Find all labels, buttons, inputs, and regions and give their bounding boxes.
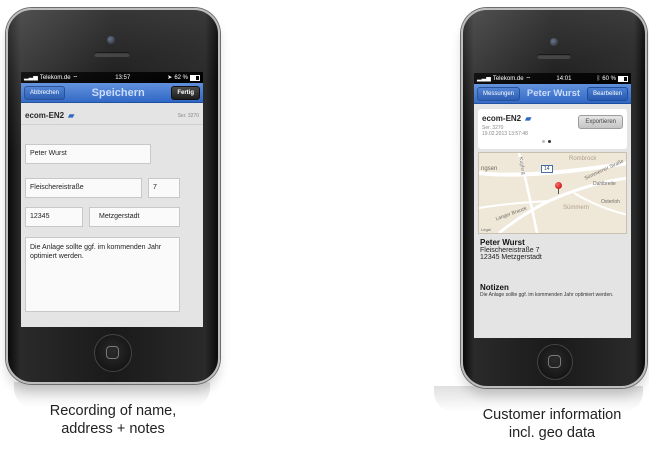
- clock: 13:57: [115, 74, 131, 81]
- device-icon: ▰: [525, 114, 532, 123]
- edit-button[interactable]: Bearbeiten: [586, 86, 628, 101]
- status-bar: ▂▃▅ Telekom.de ⌔ 13:57 ➤ 62 %: [21, 72, 203, 83]
- bluetooth-icon: ᛒ: [596, 75, 601, 82]
- home-square-icon: [548, 355, 561, 368]
- caption-left-line2: address + notes: [61, 421, 165, 438]
- signal-icon: ▂▃▅: [477, 76, 491, 82]
- battery-percent: 60 %: [602, 75, 616, 82]
- caption-right: Customer information incl. geo data: [455, 406, 649, 442]
- device-icon: ▰: [68, 111, 75, 120]
- wifi-icon: ⌔: [72, 75, 79, 82]
- customer-screen: ▂▃▅ Telekom.de ⌔ 14:01 ᛒ 60 % Messungen …: [474, 73, 631, 338]
- device-name: ecom-EN2: [25, 111, 65, 120]
- notes-text: Die Anlage sollte ggf. im kommenden Jahr…: [480, 292, 614, 298]
- caption-right-line1: Customer information: [482, 407, 622, 423]
- caption-left: Recording of name, address + notes: [0, 402, 226, 438]
- notes-title: Notizen: [480, 283, 509, 292]
- city-field[interactable]: Metzgerstadt: [89, 207, 180, 227]
- battery-icon: [617, 75, 628, 82]
- nav-bar: Messungen Peter Wurst Bearbeiten: [474, 84, 631, 104]
- home-button[interactable]: [537, 344, 573, 380]
- zip-field[interactable]: 12345: [25, 207, 83, 227]
- house-number-field[interactable]: 7: [148, 178, 180, 198]
- caption-left-line1: Recording of name,: [49, 403, 177, 419]
- done-button[interactable]: Fertig: [171, 85, 200, 100]
- notes-field[interactable]: Die Anlage sollte ggf. im kommenden Jahr…: [25, 237, 180, 312]
- phone-left: ▂▃▅ Telekom.de ⌔ 13:57 ➤ 62 % Abbrechen …: [6, 8, 220, 384]
- camera: [550, 38, 558, 46]
- map-pin-icon[interactable]: [555, 182, 562, 189]
- customer-name: Peter Wurst: [480, 238, 525, 247]
- caption-right-line2: incl. geo data: [508, 425, 596, 442]
- notes-section: Notizen Die Anlage sollte ggf. im kommen…: [480, 283, 625, 299]
- page-dot: [542, 140, 545, 143]
- battery-icon: [190, 74, 200, 81]
- page-dot-active: [548, 140, 551, 143]
- device-header: ecom-EN2 ▰ Ser. 3270: [21, 103, 203, 124]
- phone-right: ▂▃▅ Telekom.de ⌔ 14:01 ᛒ 60 % Messungen …: [461, 8, 647, 388]
- map-label: Sümmern: [563, 205, 590, 211]
- map-label: ngsen: [481, 166, 498, 172]
- street-field[interactable]: Fleischereistraße: [25, 178, 142, 198]
- location-icon: ➤: [167, 75, 173, 81]
- map-label: Osterloh: [601, 199, 620, 205]
- road-number-badge: 14: [541, 165, 553, 173]
- map-legal-link[interactable]: Legal: [481, 227, 491, 232]
- home-square-icon: [106, 346, 119, 359]
- carrier-label: Telekom.de: [492, 75, 524, 82]
- export-button[interactable]: Exportieren: [578, 115, 623, 129]
- map-view[interactable]: Rombrock ngsen Sümmerner Straße Dahlbrei…: [478, 152, 627, 234]
- serial-number: Ser. 3270: [177, 112, 199, 119]
- device-name: ecom-EN2: [482, 114, 522, 123]
- customer-street: Fleischereistraße 7: [480, 247, 540, 254]
- speaker: [94, 52, 130, 57]
- wifi-icon: ⌔: [525, 76, 532, 83]
- customer-info: Peter Wurst Fleischereistraße 7 12345 Me…: [480, 238, 542, 261]
- measurement-date: 19.02.2013 13:57:48: [482, 131, 528, 137]
- clock: 14:01: [556, 75, 572, 82]
- page-indicator: [542, 140, 551, 143]
- map-label: Dahlbreite: [593, 181, 616, 187]
- name-field[interactable]: Peter Wurst: [25, 144, 151, 164]
- nav-title: Peter Wurst: [526, 88, 581, 99]
- back-button[interactable]: Messungen: [477, 86, 521, 101]
- battery-percent: 62 %: [174, 74, 188, 81]
- carrier-label: Telekom.de: [39, 74, 71, 81]
- camera: [107, 36, 115, 44]
- signal-icon: ▂▃▅: [24, 75, 38, 81]
- divider: [21, 124, 203, 125]
- nav-title: Speichern: [91, 86, 145, 99]
- edit-screen: ▂▃▅ Telekom.de ⌔ 13:57 ➤ 62 % Abbrechen …: [21, 72, 203, 327]
- speaker: [537, 54, 571, 59]
- status-bar: ▂▃▅ Telekom.de ⌔ 14:01 ᛒ 60 %: [474, 73, 631, 84]
- cancel-button[interactable]: Abbrechen: [24, 85, 66, 100]
- device-card: ecom-EN2 ▰ Ser. 3270 19.02.2013 13:57:48…: [478, 109, 627, 149]
- nav-bar: Abbrechen Speichern Fertig: [21, 83, 203, 103]
- map-label: Rombrock: [569, 156, 597, 162]
- home-button[interactable]: [94, 334, 132, 372]
- customer-city: 12345 Metzgerstadt: [480, 254, 542, 261]
